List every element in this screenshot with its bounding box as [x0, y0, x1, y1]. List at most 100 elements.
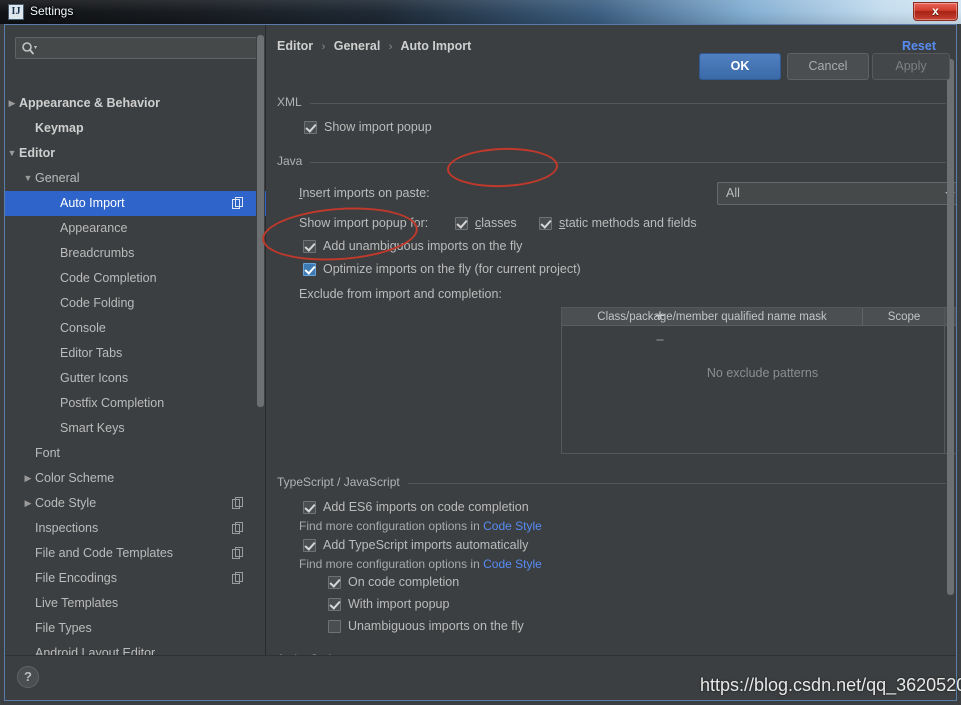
settings-dialog-window: IJ Settings x ▶Appearance & BehaviorKeym… — [0, 0, 961, 705]
sidebar-item-live-templates[interactable]: Live Templates — [5, 591, 266, 616]
label-on-code-completion: On code completion — [348, 575, 459, 589]
sidebar-item-color-scheme[interactable]: ▶Color Scheme — [5, 466, 266, 491]
insert-imports-dropdown-value: All — [726, 186, 740, 200]
settings-tree: ▶Appearance & BehaviorKeymap▼Editor▼Gene… — [5, 91, 266, 671]
copy-settings-icon[interactable] — [232, 497, 244, 509]
apply-button[interactable]: Apply — [872, 53, 950, 80]
copy-settings-icon[interactable] — [232, 522, 244, 534]
label-show-import-popup-for: Show import popup for: — [299, 216, 428, 230]
content-scrollbar-thumb[interactable] — [947, 59, 954, 595]
sidebar-item-file-types[interactable]: File Types — [5, 616, 266, 641]
sidebar-item-keymap[interactable]: Keymap — [5, 116, 266, 141]
ok-button[interactable]: OK — [699, 53, 781, 80]
sidebar-item-label: Code Completion — [60, 266, 157, 291]
sidebar-item-code-completion[interactable]: Code Completion — [5, 266, 266, 291]
table-header-row: Class/package/member qualified name mask… — [562, 308, 956, 326]
hint-es6-code-style: Find more configuration options in Code … — [299, 519, 542, 533]
label-java-static-methods: static methods and fields — [559, 216, 697, 230]
chevron-right-icon[interactable]: ▶ — [6, 91, 18, 116]
sidebar-item-breadcrumbs[interactable]: Breadcrumbs — [5, 241, 266, 266]
checkbox-java-classes[interactable] — [455, 217, 468, 230]
checkbox-with-import-popup[interactable] — [328, 598, 341, 611]
sidebar-scrollbar-thumb[interactable] — [257, 35, 264, 407]
group-title-xml: XML — [277, 95, 310, 109]
label-add-typescript-imports: Add TypeScript imports automatically — [323, 538, 528, 552]
sidebar-item-label: File and Code Templates — [35, 541, 173, 566]
settings-content-panel: Editor › General › Auto Import Reset XML… — [267, 25, 956, 655]
group-title-java: Java — [277, 154, 310, 168]
group-divider-java — [277, 162, 946, 163]
remove-exclude-pattern-button[interactable]: − — [651, 332, 669, 350]
sidebar-item-file-encodings[interactable]: File Encodings — [5, 566, 266, 591]
sidebar-item-editor[interactable]: ▼Editor — [5, 141, 266, 166]
sidebar-item-code-style[interactable]: ▶Code Style — [5, 491, 266, 516]
table-empty-message: No exclude patterns — [562, 366, 956, 380]
settings-sidebar: ▶Appearance & BehaviorKeymap▼Editor▼Gene… — [5, 25, 266, 655]
label-java-static-rest: tatic methods and fields — [565, 216, 696, 230]
add-exclude-pattern-button[interactable]: + — [651, 307, 669, 325]
sidebar-item-label: Console — [60, 316, 106, 341]
table-column-header-scope[interactable]: Scope — [864, 308, 944, 326]
reset-link[interactable]: Reset — [902, 39, 936, 53]
hint-ts-prefix: Find more configuration options in — [299, 557, 483, 571]
link-code-style-es6[interactable]: Code Style — [483, 519, 542, 533]
sidebar-item-font[interactable]: Font — [5, 441, 266, 466]
sidebar-item-label: Smart Keys — [60, 416, 125, 441]
sidebar-item-gutter-icons[interactable]: Gutter Icons — [5, 366, 266, 391]
sidebar-item-label: Appearance — [60, 216, 127, 241]
label-xml-show-import-popup: Show import popup — [324, 120, 432, 134]
sidebar-item-label: Code Style — [35, 491, 96, 516]
chevron-down-icon[interactable]: ▼ — [6, 141, 18, 166]
window-title: Settings — [30, 4, 73, 18]
breadcrumb-general[interactable]: General — [334, 39, 381, 53]
copy-settings-icon[interactable] — [232, 547, 244, 559]
sidebar-item-label: Code Folding — [60, 291, 134, 316]
checkbox-on-code-completion[interactable] — [328, 576, 341, 589]
label-with-import-popup: With import popup — [348, 597, 449, 611]
chevron-right-icon[interactable]: ▶ — [22, 466, 34, 491]
copy-settings-icon[interactable] — [232, 572, 244, 584]
search-input[interactable] — [15, 37, 258, 59]
sidebar-item-label: File Encodings — [35, 566, 117, 591]
label-unambiguous-imports-fly: Unambiguous imports on the fly — [348, 619, 524, 633]
label-java-classes: classes — [475, 216, 517, 230]
title-bar-gloss — [0, 0, 961, 24]
group-header-xml: XML — [277, 95, 946, 111]
help-button[interactable]: ? — [17, 666, 39, 688]
exclude-patterns-table[interactable]: Class/package/member qualified name mask… — [561, 307, 956, 454]
sidebar-item-appearance-behavior[interactable]: ▶Appearance & Behavior — [5, 91, 266, 116]
sidebar-item-code-folding[interactable]: Code Folding — [5, 291, 266, 316]
label-add-unambiguous-imports: Add unambiguous imports on the fly — [323, 239, 522, 253]
cancel-button[interactable]: Cancel — [787, 53, 869, 80]
checkbox-add-typescript-imports[interactable] — [303, 539, 316, 552]
sidebar-item-file-and-code-templates[interactable]: File and Code Templates — [5, 541, 266, 566]
insert-imports-dropdown[interactable]: All — [717, 182, 956, 205]
breadcrumb: Editor › General › Auto Import — [277, 39, 471, 53]
sidebar-item-postfix-completion[interactable]: Postfix Completion — [5, 391, 266, 416]
dialog-footer: ? — [5, 655, 956, 700]
group-header-java: Java — [277, 154, 946, 170]
checkbox-java-static-methods[interactable] — [539, 217, 552, 230]
close-icon[interactable]: x — [913, 2, 958, 21]
copy-settings-icon[interactable] — [232, 197, 244, 209]
breadcrumb-separator-2: › — [384, 41, 398, 53]
checkbox-optimize-imports[interactable] — [303, 263, 316, 276]
breadcrumb-editor[interactable]: Editor — [277, 39, 313, 53]
sidebar-item-editor-tabs[interactable]: Editor Tabs — [5, 341, 266, 366]
sidebar-item-general[interactable]: ▼General — [5, 166, 266, 191]
sidebar-item-console[interactable]: Console — [5, 316, 266, 341]
checkbox-add-unambiguous-imports[interactable] — [303, 240, 316, 253]
sidebar-item-appearance[interactable]: Appearance — [5, 216, 266, 241]
hint-ts-code-style: Find more configuration options in Code … — [299, 557, 542, 571]
checkbox-xml-show-import-popup[interactable] — [304, 121, 317, 134]
label-insert-imports-rest: nsert imports on paste: — [302, 186, 429, 200]
chevron-down-icon[interactable]: ▼ — [22, 166, 34, 191]
sidebar-item-inspections[interactable]: Inspections — [5, 516, 266, 541]
sidebar-item-auto-import[interactable]: Auto Import — [5, 191, 266, 216]
link-code-style-ts[interactable]: Code Style — [483, 557, 542, 571]
chevron-right-icon[interactable]: ▶ — [22, 491, 34, 516]
checkbox-unambiguous-imports-fly[interactable] — [328, 620, 341, 633]
sidebar-item-smart-keys[interactable]: Smart Keys — [5, 416, 266, 441]
checkbox-add-es6-imports[interactable] — [303, 501, 316, 514]
table-column-header-mask[interactable]: Class/package/member qualified name mask — [562, 308, 863, 326]
